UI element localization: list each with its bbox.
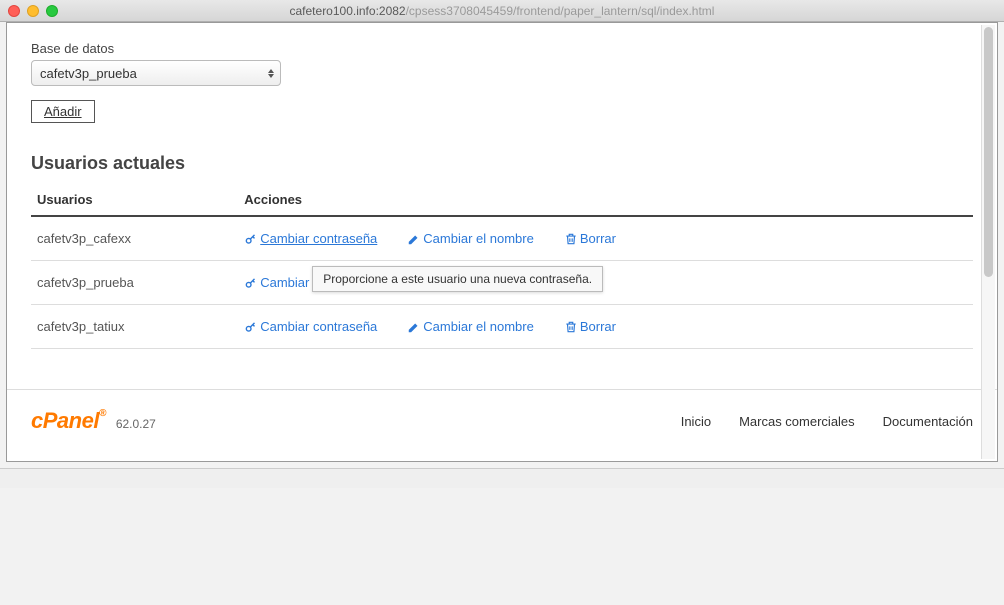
scrollbar-thumb[interactable] — [984, 27, 993, 277]
page-content: Base de datos cafetv3p_prueba Añadir Usu… — [7, 23, 997, 359]
titlebar-url: cafetero100.info:2082/cpsess3708045459/f… — [0, 4, 1004, 18]
footer-link-home[interactable]: Inicio — [681, 414, 711, 429]
add-button[interactable]: Añadir — [31, 100, 95, 123]
section-title: Usuarios actuales — [31, 153, 973, 174]
table-row: cafetv3p_tatiux Cambiar contraseña Cambi… — [31, 305, 973, 349]
col-header-user: Usuarios — [31, 184, 238, 216]
url-host: cafetero100.info:2082 — [290, 4, 406, 18]
footer-left: cPanel® 62.0.27 — [31, 408, 156, 434]
cpanel-logo: cPanel® — [31, 408, 106, 434]
change-name-link[interactable]: Cambiar el nombre — [407, 319, 534, 334]
version-text: 62.0.27 — [116, 417, 156, 431]
pencil-icon — [407, 232, 421, 246]
table-row: cafetv3p_cafexx Cambiar contraseña Cambi… — [31, 216, 973, 261]
browser-window: Base de datos cafetv3p_prueba Añadir Usu… — [6, 22, 998, 462]
change-name-link[interactable]: Cambiar el nombre — [407, 231, 534, 246]
key-icon — [244, 232, 258, 246]
delete-link[interactable]: Borrar — [564, 319, 616, 334]
col-header-actions: Acciones — [238, 184, 973, 216]
database-select-value: cafetv3p_prueba — [40, 66, 137, 81]
actions-cell: Cambiar Proporcione a este usuario una n… — [238, 261, 973, 305]
url-path: /cpsess3708045459/frontend/paper_lantern… — [406, 4, 715, 18]
trash-icon — [564, 232, 578, 246]
table-row: cafetv3p_prueba Cambiar Proporcione a es… — [31, 261, 973, 305]
key-icon — [244, 276, 258, 290]
delete-link[interactable]: Borrar — [564, 231, 616, 246]
change-password-link[interactable]: Cambiar — [244, 275, 309, 290]
actions-cell: Cambiar contraseña Cambiar el nombre Bor… — [238, 305, 973, 349]
footer-right: Inicio Marcas comerciales Documentación — [681, 414, 973, 429]
footer-link-docs[interactable]: Documentación — [883, 414, 973, 429]
key-icon — [244, 320, 258, 334]
footer-link-trademarks[interactable]: Marcas comerciales — [739, 414, 855, 429]
tooltip: Proporcione a este usuario una nueva con… — [312, 266, 603, 292]
bottom-strip — [0, 468, 1004, 488]
vertical-scrollbar[interactable] — [981, 25, 995, 459]
select-caret-icon — [268, 69, 274, 78]
user-cell: cafetv3p_prueba — [31, 261, 238, 305]
pencil-icon — [407, 320, 421, 334]
footer: cPanel® 62.0.27 Inicio Marcas comerciale… — [7, 389, 997, 452]
user-cell: cafetv3p_tatiux — [31, 305, 238, 349]
database-label: Base de datos — [31, 41, 973, 56]
actions-cell: Cambiar contraseña Cambiar el nombre Bor… — [238, 216, 973, 261]
change-password-link[interactable]: Cambiar contraseña — [244, 319, 377, 334]
users-table: Usuarios Acciones cafetv3p_cafexx Cambia… — [31, 184, 973, 349]
mac-titlebar: cafetero100.info:2082/cpsess3708045459/f… — [0, 0, 1004, 22]
trash-icon — [564, 320, 578, 334]
change-password-link[interactable]: Cambiar contraseña — [244, 231, 377, 246]
user-cell: cafetv3p_cafexx — [31, 216, 238, 261]
database-select[interactable]: cafetv3p_prueba — [31, 60, 281, 86]
